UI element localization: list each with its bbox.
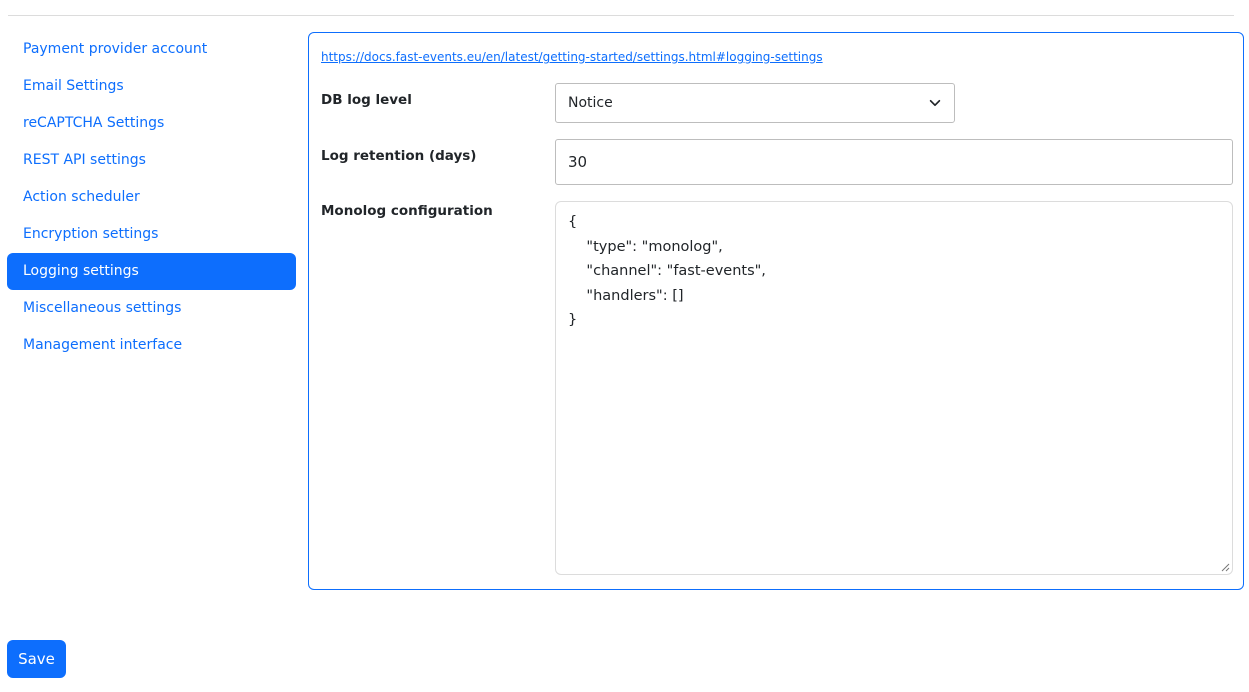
logging-settings-panel: https://docs.fast-events.eu/en/latest/ge… <box>308 32 1244 590</box>
sidebar-item-recaptcha-settings[interactable]: reCAPTCHA Settings <box>7 105 296 142</box>
sidebar-item-payment-provider-account[interactable]: Payment provider account <box>7 31 296 68</box>
monolog-configuration-value: { "type": "monolog", "channel": "fast-ev… <box>568 214 766 328</box>
db-log-level-label: DB log level <box>321 92 412 108</box>
sidebar-item-miscellaneous-settings[interactable]: Miscellaneous settings <box>7 290 296 327</box>
db-log-level-select[interactable]: Notice <box>555 83 955 123</box>
sidebar-item-email-settings[interactable]: Email Settings <box>7 68 296 105</box>
monolog-configuration-textarea[interactable]: { "type": "monolog", "channel": "fast-ev… <box>555 201 1233 575</box>
top-divider <box>8 15 1234 16</box>
sidebar-item-logging-settings[interactable]: Logging settings <box>7 253 296 290</box>
sidebar-item-action-scheduler[interactable]: Action scheduler <box>7 179 296 216</box>
log-retention-value: 30 <box>568 153 588 171</box>
sidebar-item-rest-api-settings[interactable]: REST API settings <box>7 142 296 179</box>
monolog-configuration-label: Monolog configuration <box>321 203 493 219</box>
sidebar-item-encryption-settings[interactable]: Encryption settings <box>7 216 296 253</box>
documentation-link[interactable]: https://docs.fast-events.eu/en/latest/ge… <box>321 50 823 64</box>
db-log-level-selected-value: Notice <box>568 95 613 111</box>
sidebar-item-management-interface[interactable]: Management interface <box>7 327 296 364</box>
save-button[interactable]: Save <box>7 640 66 678</box>
resize-handle-icon[interactable] <box>1220 562 1230 572</box>
settings-sidebar: Payment provider account Email Settings … <box>7 31 296 364</box>
log-retention-input[interactable]: 30 <box>555 139 1233 185</box>
chevron-down-icon <box>929 99 941 107</box>
log-retention-label: Log retention (days) <box>321 148 477 164</box>
